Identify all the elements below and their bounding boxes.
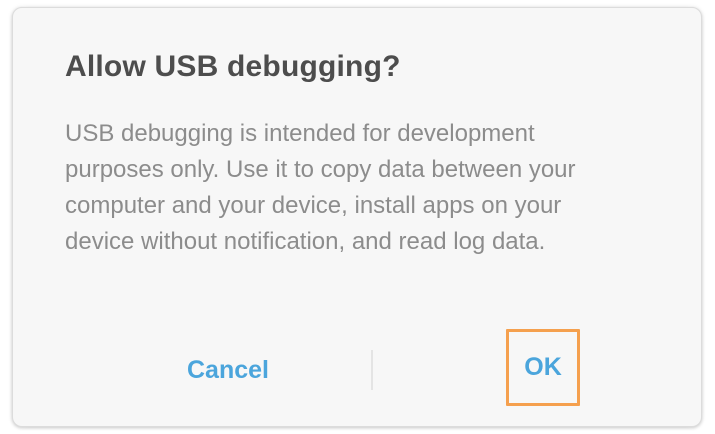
usb-debugging-dialog: Allow USB debugging? USB debugging is in… [12,7,702,427]
dialog-title: Allow USB debugging? [65,50,401,83]
ok-button[interactable]: OK [506,329,580,406]
cancel-button[interactable]: Cancel [153,346,303,394]
button-divider [371,350,373,390]
dialog-message: USB debugging is intended for developmen… [65,120,576,255]
